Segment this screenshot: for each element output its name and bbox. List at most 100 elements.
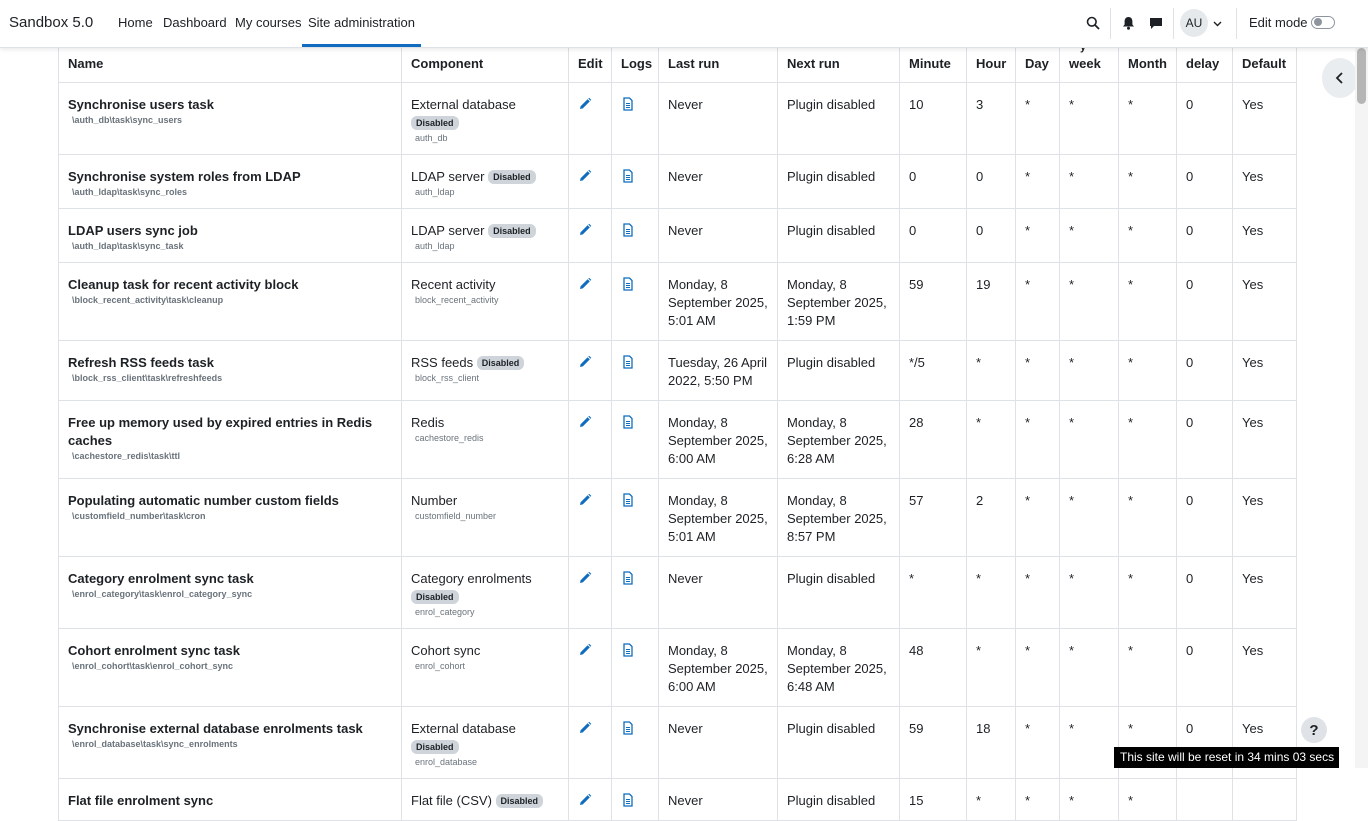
edit-pencil-icon[interactable]	[578, 97, 592, 112]
component-name: RSS feeds	[411, 355, 474, 370]
nav-site-administration[interactable]: Site administration	[302, 15, 421, 47]
edit-pencil-icon[interactable]	[578, 223, 592, 238]
help-button[interactable]: ?	[1301, 717, 1327, 743]
cell-name: Synchronise users task \auth_db\task\sync…	[58, 82, 402, 155]
task-classname: \enrol_category\task\enrol_category_sync	[72, 589, 253, 599]
edit-pencil-icon[interactable]	[578, 169, 592, 184]
cell-next-run: Plugin disabled	[777, 154, 900, 209]
edit-pencil-icon[interactable]	[578, 355, 592, 370]
cell-hour: 3	[966, 82, 1016, 155]
cell-day-of-week: *	[1059, 778, 1119, 821]
cell-name: Category enrolment sync task \enrol_categ…	[58, 556, 402, 629]
page-scrollbar[interactable]	[1355, 48, 1368, 768]
reset-countdown-banner: This site will be reset in 34 mins 03 se…	[1114, 747, 1339, 768]
search-icon[interactable]	[1083, 13, 1103, 33]
component-name: Category enrolments	[411, 571, 532, 586]
header-week[interactable]: week	[1059, 45, 1119, 83]
cell-minute: 48	[899, 628, 967, 707]
logs-document-icon[interactable]	[621, 223, 635, 238]
disabled-badge: Disabled	[411, 116, 459, 130]
task-classname: \enrol_database\task\sync_enrolments	[72, 739, 238, 749]
user-avatar[interactable]: AU	[1180, 9, 1208, 37]
cell-default: Yes	[1232, 400, 1297, 479]
edit-pencil-icon[interactable]	[578, 493, 592, 508]
disabled-badge: Disabled	[411, 740, 459, 754]
component-name: External database	[411, 721, 516, 736]
edit-pencil-icon[interactable]	[578, 571, 592, 586]
header-next-run[interactable]: Next run	[777, 45, 900, 83]
table-row: Flat file enrolment sync Flat file (CSV) …	[58, 778, 1297, 821]
cell-hour: 2	[966, 478, 1016, 557]
header-default[interactable]: Default	[1232, 45, 1297, 83]
nav-dashboard[interactable]: Dashboard	[163, 15, 227, 30]
logs-document-icon[interactable]	[621, 643, 635, 658]
logs-document-icon[interactable]	[621, 169, 635, 184]
header-hour[interactable]: Hour	[966, 45, 1016, 83]
cell-day-of-week: *	[1059, 628, 1119, 707]
table-row: Populating automatic number custom field…	[58, 478, 1297, 557]
drawer-toggle-button[interactable]	[1322, 58, 1358, 98]
table-row: Category enrolment sync task \enrol_categ…	[58, 556, 1297, 629]
component-plugin-name: cachestore_redis	[415, 433, 484, 443]
edit-pencil-icon[interactable]	[578, 415, 592, 430]
cell-delay: 0	[1176, 154, 1233, 209]
nav-my-courses[interactable]: My courses	[235, 15, 301, 30]
cell-minute: 0	[899, 208, 967, 263]
logs-document-icon[interactable]	[621, 277, 635, 292]
logs-document-icon[interactable]	[621, 355, 635, 370]
header-logs[interactable]: Logs	[611, 45, 659, 83]
cell-next-run: Plugin disabled	[777, 208, 900, 263]
chevron-down-icon[interactable]	[1213, 16, 1222, 31]
cell-default: Yes	[1232, 208, 1297, 263]
cell-component: Category enrolments Disabled enrol_categor…	[401, 556, 569, 629]
cell-edit	[568, 154, 612, 209]
cell-last-run: Monday, 8 September 2025, 5:01 AM	[658, 262, 778, 341]
component-plugin-name: enrol_category	[415, 607, 475, 617]
table-header-row: Name Component Edit Logs Last run Next run Min…	[58, 45, 1297, 83]
header-day[interactable]: Day	[1015, 45, 1060, 83]
header-month[interactable]: Month	[1118, 45, 1177, 83]
header-delay[interactable]: delay	[1176, 45, 1233, 83]
header-minute[interactable]: Minute	[899, 45, 967, 83]
logs-document-icon[interactable]	[621, 493, 635, 508]
logs-document-icon[interactable]	[621, 97, 635, 112]
messages-icon[interactable]	[1146, 13, 1166, 33]
edit-pencil-icon[interactable]	[578, 793, 592, 808]
cell-edit	[568, 340, 612, 401]
cell-default: Yes	[1232, 262, 1297, 341]
bell-icon[interactable]	[1118, 13, 1138, 33]
logs-document-icon[interactable]	[621, 793, 635, 808]
cell-next-run: Plugin disabled	[777, 556, 900, 629]
edit-mode-toggle[interactable]	[1311, 16, 1335, 29]
edit-pencil-icon[interactable]	[578, 277, 592, 292]
edit-pencil-icon[interactable]	[578, 721, 592, 736]
header-component[interactable]: Component	[401, 45, 569, 83]
scrollbar-thumb[interactable]	[1357, 48, 1366, 104]
navbar-divider	[1236, 8, 1237, 39]
cell-hour: *	[966, 628, 1016, 707]
edit-pencil-icon[interactable]	[578, 643, 592, 658]
component-name: Cohort sync	[411, 643, 481, 658]
cell-component: External database Disabled auth_db	[401, 82, 569, 155]
cell-day-of-week: *	[1059, 478, 1119, 557]
header-last-run[interactable]: Last run	[658, 45, 778, 83]
component-name: Redis	[411, 415, 445, 430]
cell-day: *	[1015, 154, 1060, 209]
navbar-divider	[1110, 8, 1111, 39]
task-classname: \auth_ldap\task\sync_roles	[72, 187, 188, 197]
cell-month: *	[1118, 400, 1177, 479]
site-brand[interactable]: Sandbox 5.0	[9, 14, 93, 31]
cell-month: *	[1118, 262, 1177, 341]
cell-month: *	[1118, 154, 1177, 209]
logs-document-icon[interactable]	[621, 571, 635, 586]
cell-month: *	[1118, 556, 1177, 629]
header-name[interactable]: Name	[58, 45, 402, 83]
cell-delay: 0	[1176, 400, 1233, 479]
cell-day: *	[1015, 478, 1060, 557]
header-edit[interactable]: Edit	[568, 45, 612, 83]
logs-document-icon[interactable]	[621, 415, 635, 430]
scheduled-tasks-table: Name Component Edit Logs Last run Next run Min…	[58, 45, 1297, 821]
logs-document-icon[interactable]	[621, 721, 635, 736]
cell-edit	[568, 82, 612, 155]
nav-home[interactable]: Home	[118, 15, 153, 30]
